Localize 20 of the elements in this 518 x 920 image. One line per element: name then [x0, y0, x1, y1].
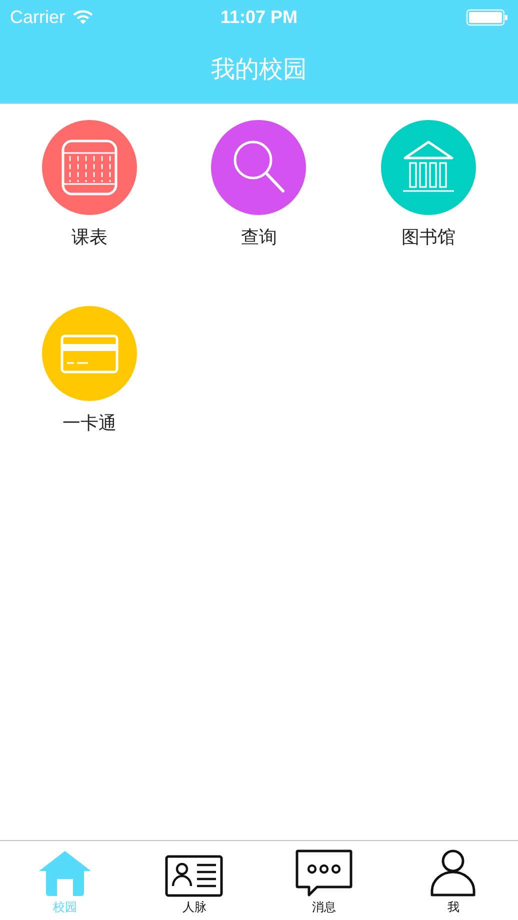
tab[interactable]: 消息 — [259, 841, 388, 920]
tab[interactable]: 人脉 — [130, 841, 259, 920]
search-icon[interactable] — [211, 120, 306, 215]
clock-text: 11:07 PM — [220, 6, 298, 28]
tile-label: 一卡通 — [62, 412, 117, 435]
contact-card-icon — [165, 855, 224, 897]
page-title: 我的校园 — [211, 54, 307, 84]
tile-label: 课表 — [72, 226, 108, 249]
chat-bubble-icon — [294, 849, 353, 897]
tile-label: 查询 — [240, 226, 277, 249]
timetable-icon[interactable] — [42, 120, 138, 215]
building-icon[interactable] — [380, 120, 476, 215]
tile-label: 图书馆 — [401, 226, 456, 249]
home-icon — [36, 849, 93, 897]
carrier-text: Carrier — [10, 6, 66, 28]
person-icon — [430, 849, 476, 897]
battery-icon — [466, 8, 508, 26]
wifi-icon — [73, 10, 94, 24]
card-icon[interactable] — [42, 306, 138, 401]
tab[interactable]: 我 — [388, 841, 518, 920]
